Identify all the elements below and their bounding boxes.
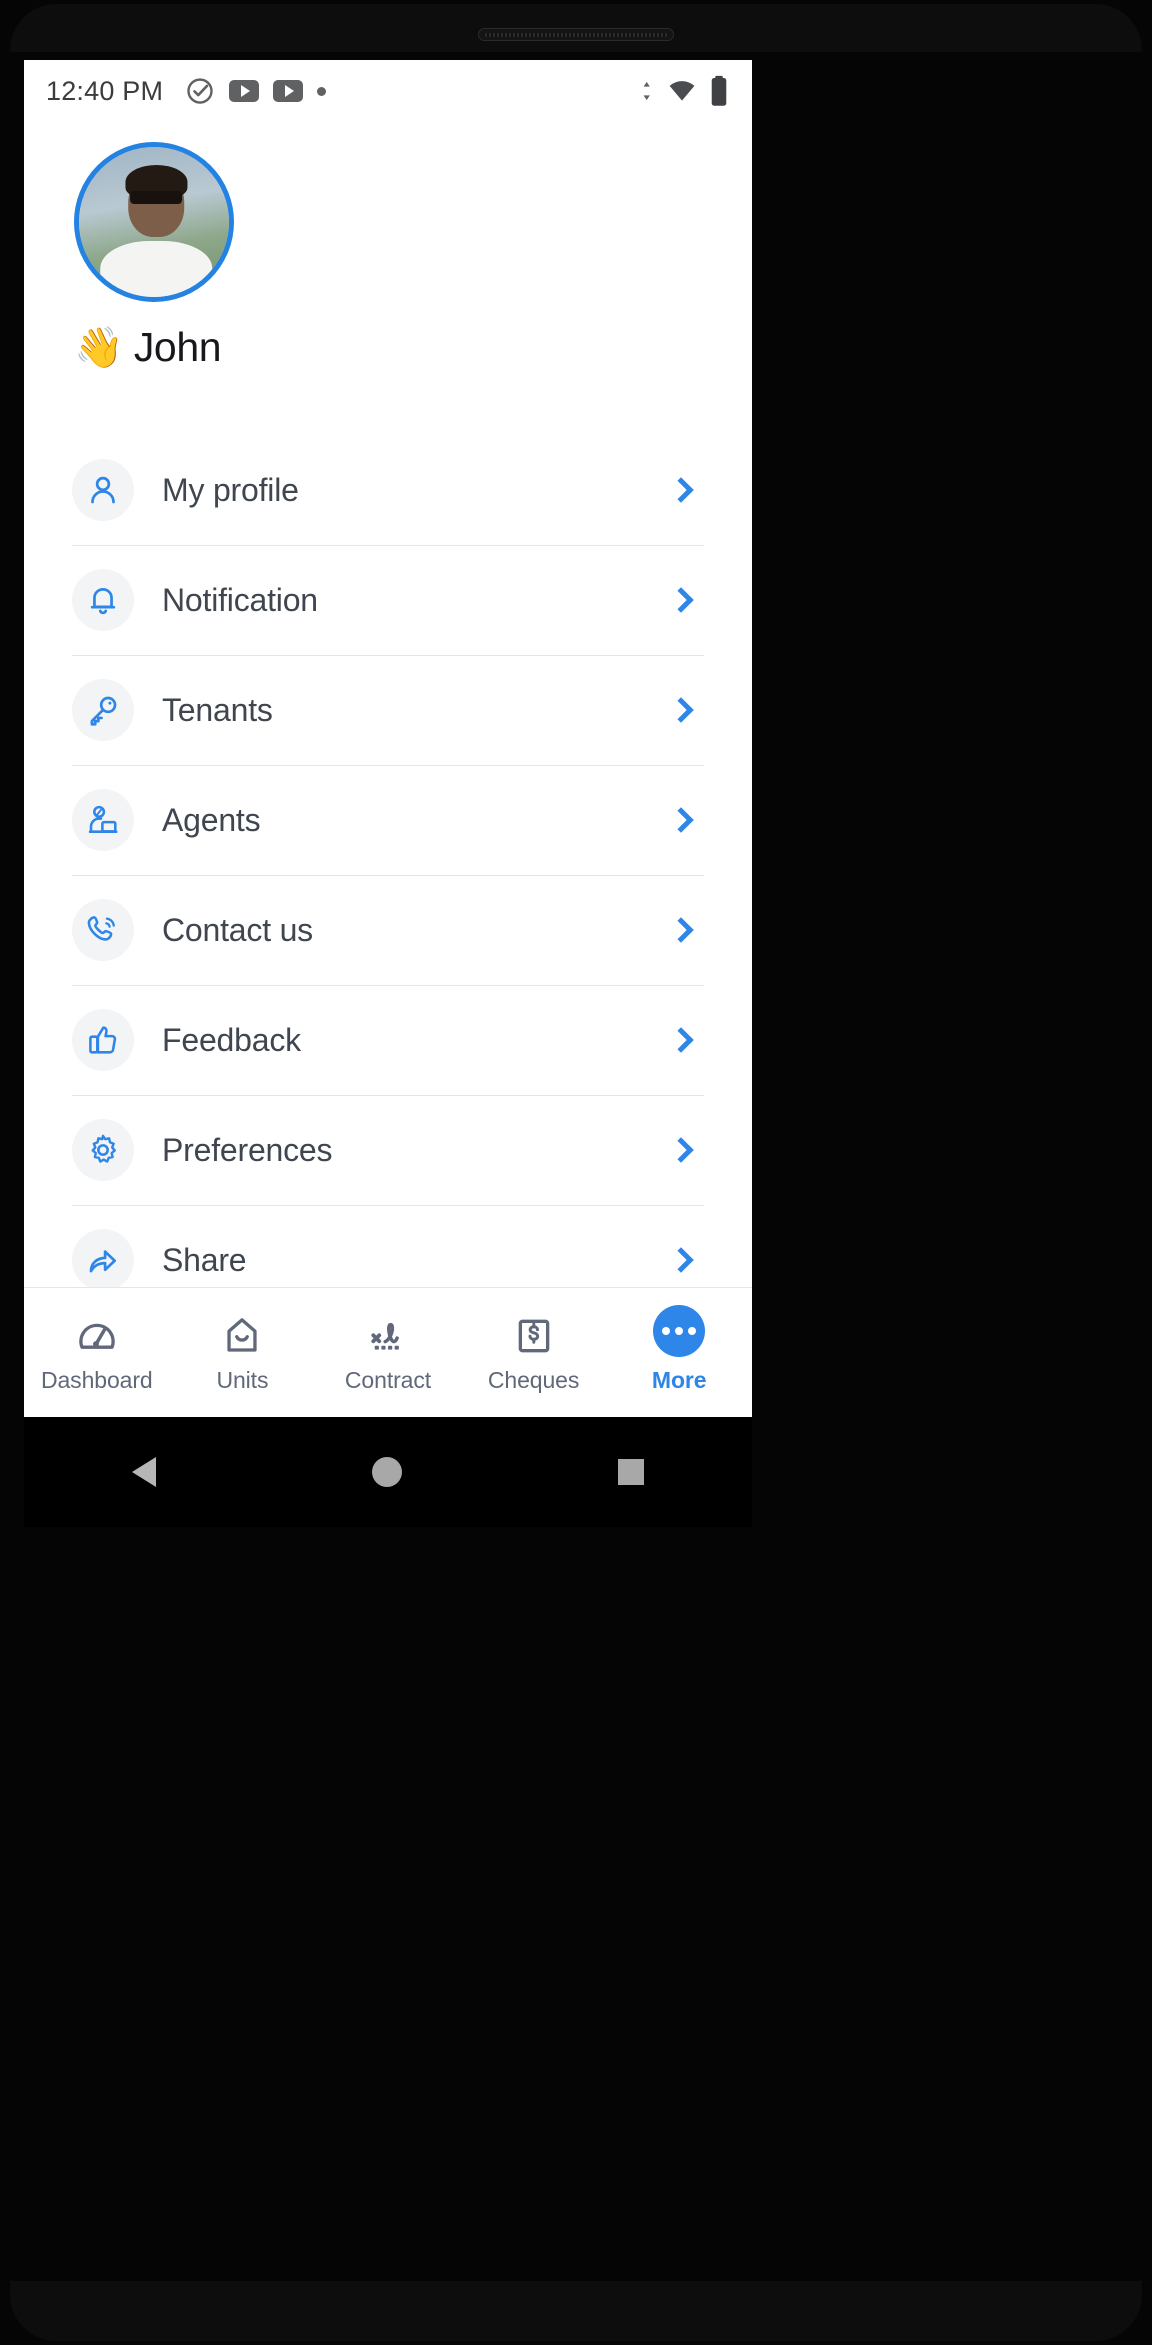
chevron-right-icon (668, 807, 694, 833)
chevron-right-icon (668, 1137, 694, 1163)
menu-item-preferences[interactable]: Preferences (72, 1095, 704, 1205)
dollar-note-icon-wrap (513, 1311, 555, 1357)
dollar-note-icon (518, 1319, 549, 1353)
person-icon (91, 476, 115, 504)
menu-item-label: My profile (162, 471, 299, 508)
avatar-photo (79, 147, 229, 297)
recents-square-icon[interactable] (618, 1459, 644, 1485)
phone-call-icon-wrap (72, 899, 134, 961)
home-circle-icon[interactable] (372, 1457, 402, 1487)
ellipsis-icon-wrap (653, 1305, 706, 1357)
tab-label: Cheques (487, 1367, 580, 1393)
tab-label: Contract (344, 1367, 432, 1393)
chevron-right-icon (668, 917, 694, 943)
chevron-right-icon (668, 477, 694, 503)
thumbs-up-icon (89, 1026, 117, 1054)
menu-item-label: Notification (162, 581, 318, 618)
bottom-tab-bar: Dashboard Units Contract Cheques More (24, 1287, 752, 1417)
greeting: 👋 John (74, 324, 752, 371)
menu-item-label: Contact us (162, 911, 313, 948)
check-circle-icon (187, 78, 213, 104)
speaker-grille (485, 33, 667, 37)
ellipsis-icon (653, 1305, 706, 1357)
tab-cheques[interactable]: Cheques (461, 1311, 607, 1394)
menu-item-notification[interactable]: Notification (72, 545, 704, 655)
back-triangle-icon[interactable] (132, 1457, 156, 1487)
house-icon-wrap (221, 1311, 263, 1357)
speedometer-icon-wrap (76, 1311, 118, 1357)
tab-units[interactable]: Units (170, 1311, 316, 1394)
menu-item-label: Preferences (162, 1131, 333, 1168)
status-system-icons (640, 75, 730, 107)
avatar-body (100, 241, 213, 297)
tab-contract[interactable]: Contract (315, 1311, 461, 1394)
waving-hand-icon: 👋 (74, 324, 124, 371)
status-bar: 12:40 PM (24, 60, 752, 122)
wifi-icon (669, 81, 695, 101)
chevron-right-icon (668, 587, 694, 613)
device-top-bezel (10, 4, 1142, 52)
speedometer-icon (79, 1323, 115, 1349)
tab-label: Units (216, 1367, 269, 1393)
share-icon-wrap (72, 1229, 134, 1291)
status-notification-icons (185, 76, 327, 106)
menu-item-my-profile[interactable]: My profile (72, 435, 704, 545)
youtube-icon (273, 80, 304, 102)
signature-icon (371, 1322, 399, 1350)
menu-item-label: Share (162, 1241, 247, 1278)
phone-device-frame: 12:40 PM 👋 John My profile Notification … (0, 0, 1152, 2345)
person-icon-wrap (72, 459, 134, 521)
chevron-right-icon (668, 697, 694, 723)
bell-icon (90, 588, 116, 615)
data-transfer-icon (643, 81, 650, 101)
menu-item-label: Tenants (162, 691, 273, 728)
thumbs-up-icon-wrap (72, 1009, 134, 1071)
android-navigation-bar (24, 1417, 752, 1527)
menu-item-label: Feedback (162, 1021, 301, 1058)
menu-item-label: Agents (162, 801, 261, 838)
youtube-icon (229, 80, 260, 102)
settings-menu-list: My profile Notification Tenants Agents C… (24, 435, 752, 1315)
tab-label: Dashboard (40, 1367, 153, 1393)
share-icon (89, 1250, 117, 1273)
user-name: John (133, 324, 222, 370)
menu-item-agents[interactable]: Agents (72, 765, 704, 875)
menu-item-tenants[interactable]: Tenants (72, 655, 704, 765)
chevron-right-icon (668, 1247, 694, 1273)
gear-icon (91, 1134, 116, 1163)
tab-dashboard[interactable]: Dashboard (24, 1311, 170, 1394)
menu-item-contact-us[interactable]: Contact us (72, 875, 704, 985)
battery-icon (711, 75, 727, 106)
avatar-sunglasses (130, 190, 183, 204)
tab-more[interactable]: More (606, 1305, 752, 1394)
avatar[interactable] (74, 142, 234, 302)
device-bottom-bezel (10, 2281, 1142, 2341)
gear-icon-wrap (72, 1119, 134, 1181)
status-clock: 12:40 PM (46, 75, 164, 106)
phone-screen: 12:40 PM 👋 John My profile Notification … (24, 60, 752, 1417)
key-icon (90, 696, 117, 726)
phone-call-icon (87, 916, 115, 941)
menu-item-feedback[interactable]: Feedback (72, 985, 704, 1095)
key-icon-wrap (72, 679, 134, 741)
dot-icon (317, 86, 327, 96)
signature-icon-wrap (367, 1311, 409, 1357)
earpiece-speaker (478, 28, 674, 41)
agent-icon (88, 805, 118, 833)
chevron-right-icon (668, 1027, 694, 1053)
bell-icon-wrap (72, 569, 134, 631)
house-icon (227, 1318, 258, 1352)
tab-label: More (651, 1367, 707, 1393)
agent-icon-wrap (72, 789, 134, 851)
profile-header: 👋 John (24, 122, 752, 371)
